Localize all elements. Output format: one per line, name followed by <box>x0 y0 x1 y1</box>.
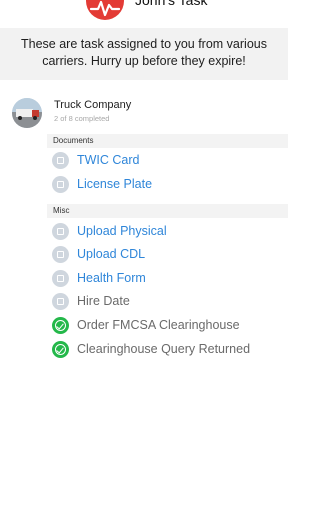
task-item[interactable]: Upload Physical <box>52 221 167 241</box>
task-item[interactable]: Upload CDL <box>52 244 145 264</box>
section-header-documents: Documents <box>47 134 288 148</box>
task-label[interactable]: TWIC Card <box>77 153 140 167</box>
page-title: John's Task <box>135 0 208 8</box>
pending-task-icon <box>52 269 69 287</box>
task-item: Order FMCSA Clearinghouse <box>52 315 240 335</box>
task-label: Hire Date <box>77 294 130 308</box>
company-progress: 2 of 8 completed <box>54 114 110 123</box>
task-label: Clearinghouse Query Returned <box>77 342 251 356</box>
heartbeat-logo-icon <box>86 0 124 20</box>
truck-avatar <box>12 98 42 128</box>
pending-task-icon <box>52 175 69 193</box>
check-circle-icon <box>52 316 69 334</box>
pending-task-icon <box>52 151 69 169</box>
task-label[interactable]: License Plate <box>77 177 152 191</box>
task-label: Order FMCSA Clearinghouse <box>77 318 240 332</box>
task-label[interactable]: Upload Physical <box>77 224 167 238</box>
task-item: Clearinghouse Query Returned <box>52 339 250 359</box>
pending-task-icon <box>52 245 69 263</box>
task-label[interactable]: Upload CDL <box>77 247 145 261</box>
pending-task-icon <box>52 292 69 310</box>
task-label[interactable]: Health Form <box>77 271 146 285</box>
section-header-misc: Misc <box>47 204 288 218</box>
app-header: John's Task <box>0 0 288 22</box>
company-name: Truck Company <box>54 99 132 111</box>
task-item: Hire Date <box>52 291 130 311</box>
check-circle-icon <box>52 340 69 358</box>
notice-banner: These are task assigned to you from vari… <box>0 28 288 80</box>
task-item[interactable]: Health Form <box>52 268 146 288</box>
task-item[interactable]: TWIC Card <box>52 150 140 170</box>
pending-task-icon <box>52 222 69 240</box>
task-item[interactable]: License Plate <box>52 174 152 194</box>
